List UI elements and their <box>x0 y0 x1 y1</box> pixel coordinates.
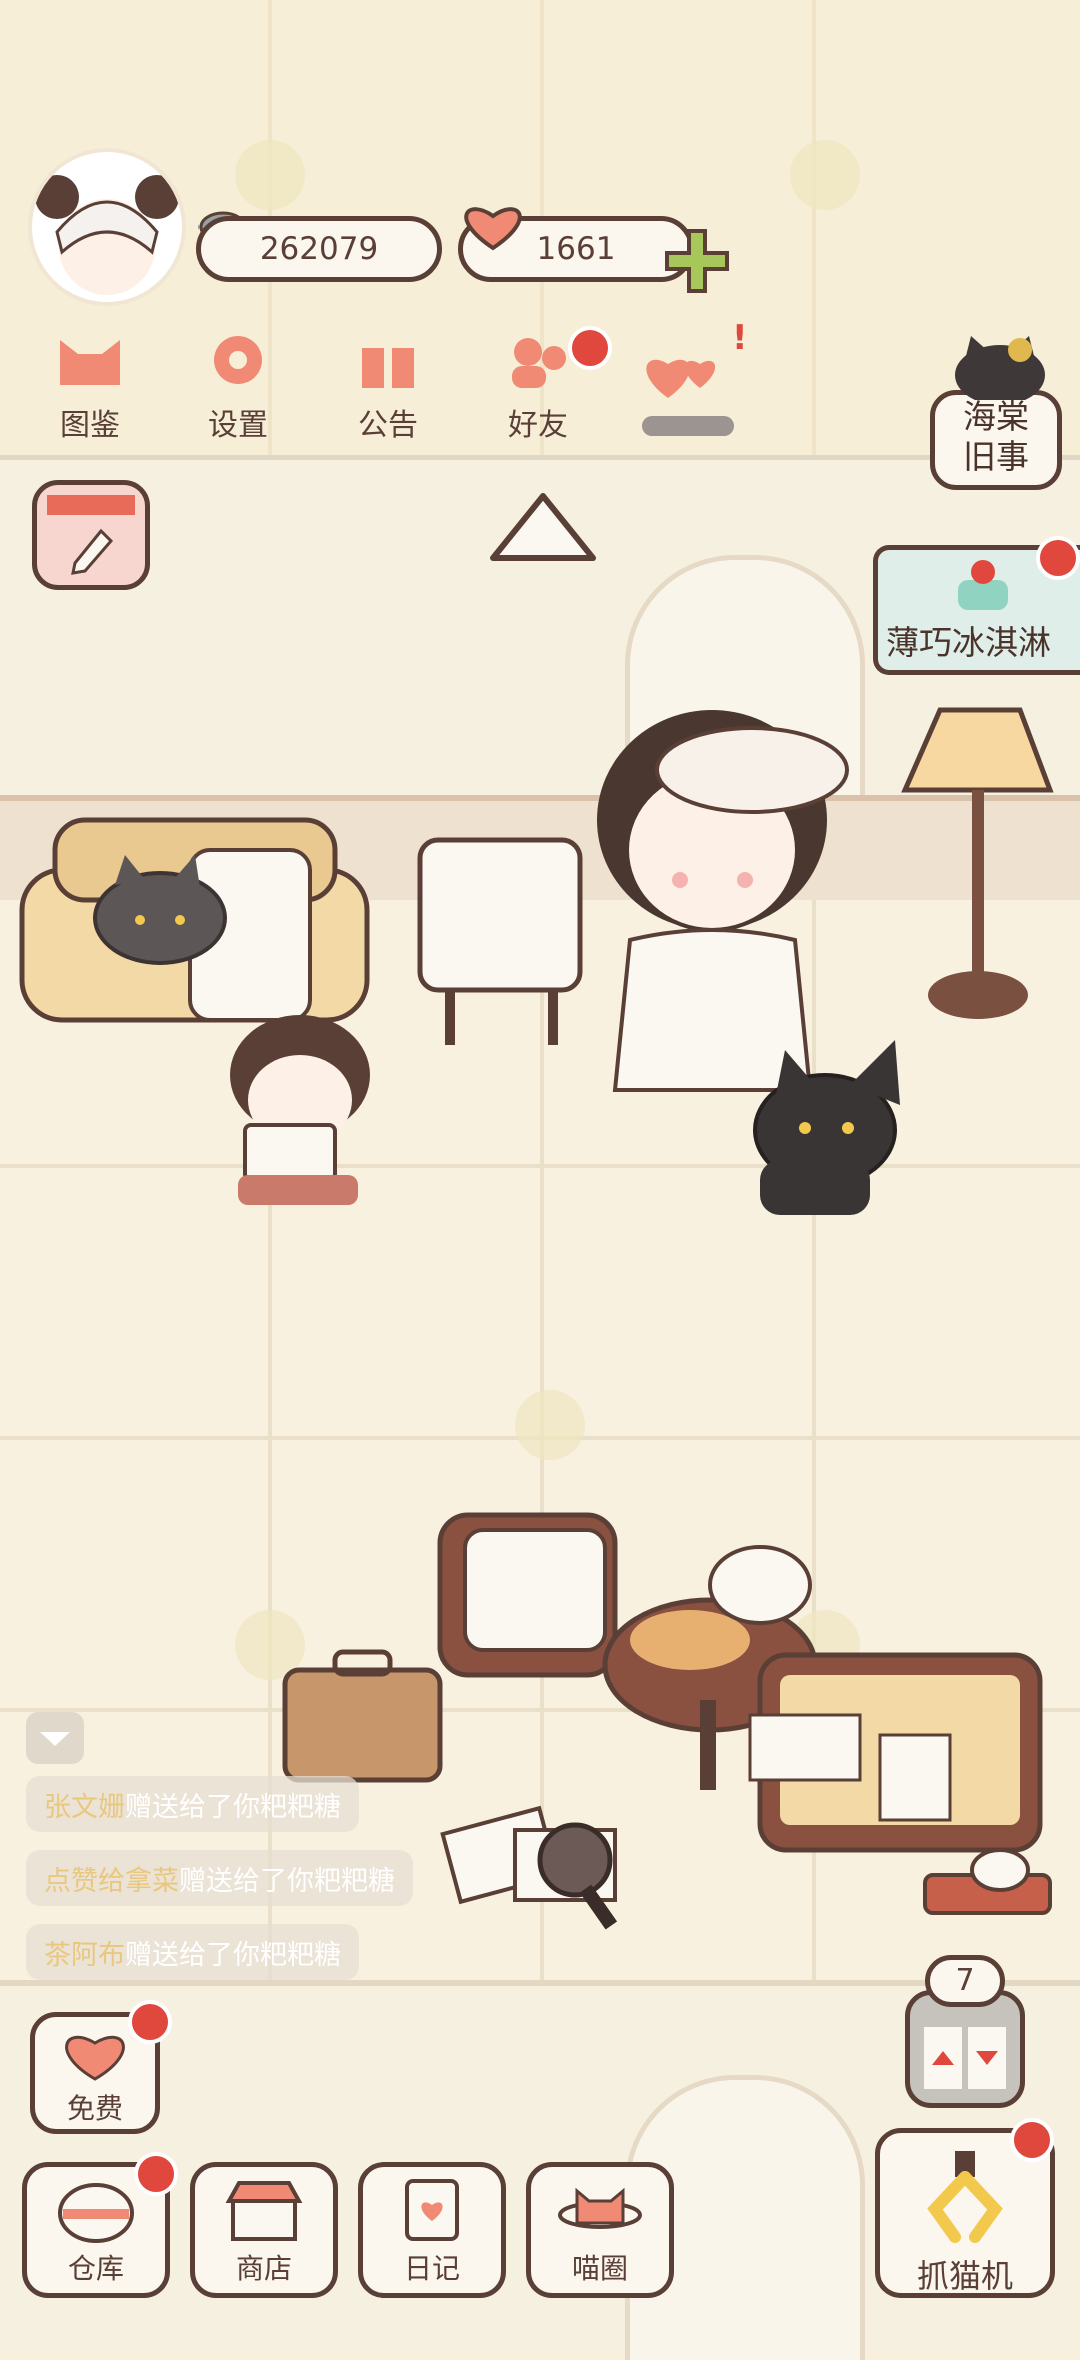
cat-head-icon <box>60 340 120 385</box>
heart-icon <box>65 2035 125 2081</box>
warehouse-notification-dot <box>134 2152 178 2196</box>
promo-banner-title: 薄巧冰淇淋 <box>886 623 1051 662</box>
heart-count: 1661 <box>536 231 616 267</box>
floor-number: 7 <box>955 1963 975 1998</box>
fish-count: 262079 <box>259 231 379 267</box>
promo-notification-dot <box>1036 536 1080 580</box>
notice-board[interactable] <box>748 1652 1043 1853</box>
chat-sender: 张文姗 <box>44 1791 125 1823</box>
book-stack[interactable] <box>923 1848 1052 1915</box>
chat-sender: 点赞给拿菜 <box>44 1865 179 1897</box>
gear-icon <box>214 336 262 384</box>
claw-machine-label: 抓猫机 <box>916 2257 1013 2295</box>
claw-icon <box>927 2151 1003 2243</box>
chat-message: 张文姗 赠送给了你粑粑糖 <box>26 1776 359 1832</box>
settings-label: 设置 <box>208 408 268 443</box>
friends-notification-dot <box>568 326 612 370</box>
warehouse-label: 仓库 <box>67 2252 124 2285</box>
likes-progress <box>642 416 734 436</box>
warehouse-icon <box>58 2183 134 2243</box>
chevron-down-icon <box>40 1732 70 1746</box>
gift-icon <box>362 340 414 388</box>
chat-text: 赠送给了你粑粑糖 <box>125 1939 341 1971</box>
event-cat-icon <box>945 330 1055 405</box>
calendar-button[interactable] <box>32 480 150 590</box>
friends-label: 好友 <box>508 408 568 443</box>
announcement-button[interactable]: 公告 <box>328 330 448 450</box>
letters-and-magnifier[interactable] <box>440 1805 618 1930</box>
planet-cat-icon <box>558 2187 642 2229</box>
cat-circle-label: 喵圈 <box>571 2252 628 2285</box>
heart-icon <box>458 198 528 256</box>
elevator-arrows-icon <box>924 2027 1006 2089</box>
elevator-button[interactable] <box>905 1990 1025 2108</box>
settings-button[interactable]: 设置 <box>178 330 298 450</box>
player-avatar[interactable] <box>28 148 186 306</box>
likes-alert-icon: ! <box>732 318 748 358</box>
chat-text: 赠送给了你粑粑糖 <box>125 1791 341 1823</box>
fish-currency: 262079 <box>196 216 442 282</box>
suitcase[interactable] <box>282 1649 443 1783</box>
pencil-icon <box>47 495 135 575</box>
boy-reading-character[interactable] <box>230 1015 370 1205</box>
hearts-icon <box>646 359 716 398</box>
free-label: 免费 <box>66 2092 123 2125</box>
announcement-label: 公告 <box>358 408 418 443</box>
chat-toggle-button[interactable] <box>26 1712 84 1764</box>
free-notification-dot <box>128 2000 172 2044</box>
armchair[interactable] <box>437 1512 618 1678</box>
chat-message: 茶阿布 赠送给了你粑粑糖 <box>26 1924 359 1980</box>
diary-icon <box>405 2179 459 2241</box>
likes-button[interactable] <box>638 338 738 448</box>
girl-character[interactable] <box>597 710 849 1092</box>
diary-button[interactable]: 日记 <box>358 2162 506 2298</box>
diary-label: 日记 <box>403 2252 460 2285</box>
shop-label: 商店 <box>235 2252 292 2285</box>
chat-sender: 茶阿布 <box>44 1939 125 1971</box>
side-table[interactable] <box>417 837 583 1045</box>
up-arrow-icon <box>490 493 596 561</box>
collection-button[interactable]: 图鉴 <box>30 330 150 450</box>
event-banner-title: 海棠 旧事 <box>963 397 1029 476</box>
collection-label: 图鉴 <box>60 408 120 443</box>
go-up-floor-button[interactable] <box>488 488 598 572</box>
add-heart-button[interactable] <box>662 226 732 300</box>
chat-text: 赠送给了你粑粑糖 <box>179 1865 395 1897</box>
event-banner[interactable]: 海棠 旧事 <box>930 390 1062 490</box>
cat-circle-button[interactable]: 喵圈 <box>526 2162 674 2298</box>
ice-cream-icon <box>958 560 1008 610</box>
claw-notification-dot <box>1010 2118 1054 2162</box>
floor-lamp[interactable] <box>901 707 1054 1019</box>
plus-icon <box>665 229 729 293</box>
chat-message: 点赞给拿菜 赠送给了你粑粑糖 <box>26 1850 413 1906</box>
elevator-floor-indicator: 7 <box>925 1955 1005 2007</box>
shop-button[interactable]: 商店 <box>190 2162 338 2298</box>
friends-icon <box>512 338 566 388</box>
shop-icon <box>225 2181 303 2241</box>
